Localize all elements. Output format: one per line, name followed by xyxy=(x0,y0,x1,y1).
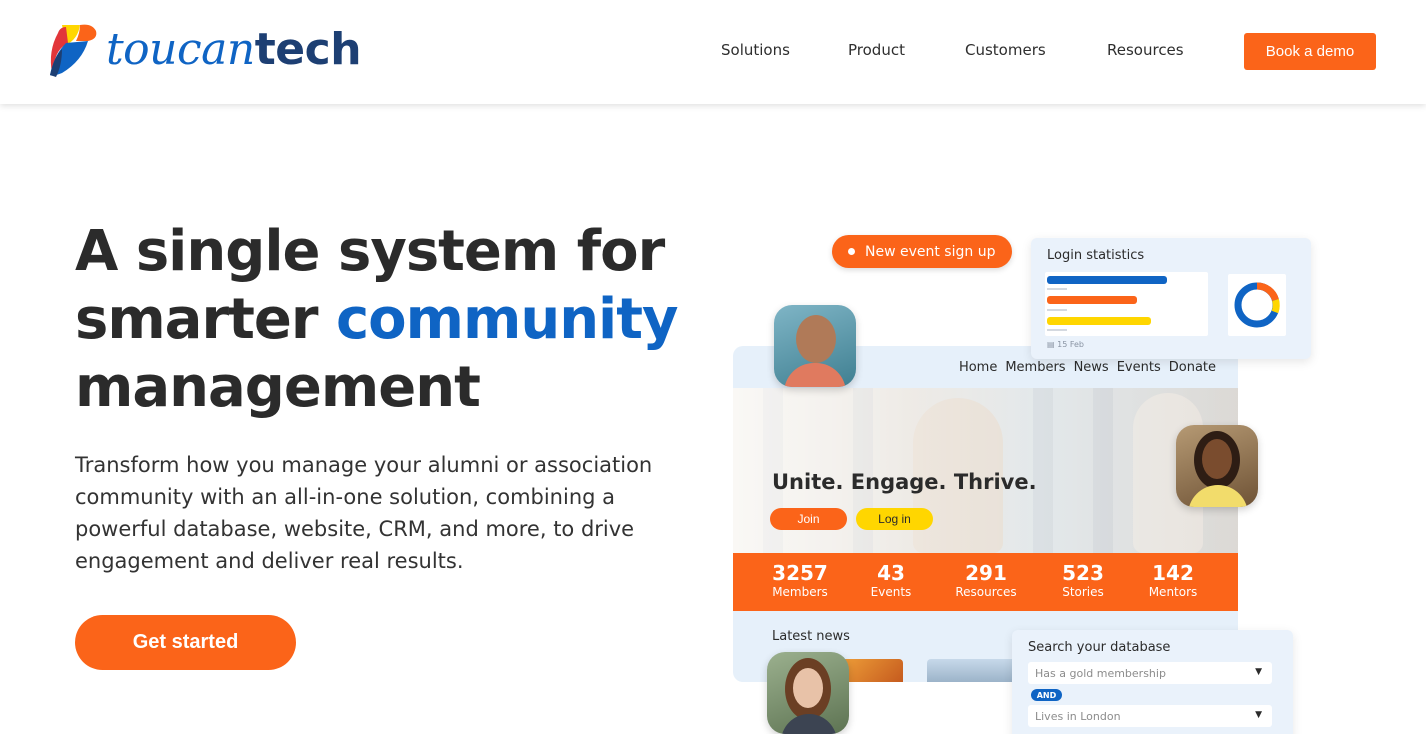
stat-value: 3257 xyxy=(772,561,828,585)
avatar-face xyxy=(796,315,836,363)
stat-label: Stories xyxy=(1062,585,1104,599)
main-nav: Solutions Product Customers Resources xyxy=(0,41,1426,63)
site-nav-home[interactable]: Home xyxy=(959,360,997,375)
hero-title-line3: management xyxy=(75,355,481,420)
site-nav-events[interactable]: Events xyxy=(1117,360,1161,375)
stats-date: 15 Feb xyxy=(1057,340,1084,349)
login-button[interactable]: Log in xyxy=(856,508,933,530)
avatar-woman-2 xyxy=(767,652,849,734)
nav-customers[interactable]: Customers xyxy=(965,41,1046,59)
filter-select-2[interactable]: Lives in London ▼ xyxy=(1028,705,1272,727)
login-statistics-title: Login statistics xyxy=(1047,248,1145,263)
bar-gridline xyxy=(1047,309,1067,311)
site-header: toucantech Solutions Product Customers R… xyxy=(0,0,1426,104)
stat-label: Members xyxy=(772,585,828,599)
stat-label: Mentors xyxy=(1148,585,1198,599)
bar-chart xyxy=(1045,272,1208,336)
and-badge: AND xyxy=(1031,689,1062,701)
nav-resources[interactable]: Resources xyxy=(1107,41,1184,59)
join-button[interactable]: Join xyxy=(770,508,847,530)
hero-title: A single system for smarter community ma… xyxy=(75,218,715,422)
avatar-face xyxy=(793,668,823,708)
filter-select-2-value: Lives in London xyxy=(1035,709,1121,723)
site-tagline: Unite. Engage. Thrive. xyxy=(772,470,1037,494)
stat-value: 142 xyxy=(1152,561,1194,585)
avatar-face xyxy=(1202,439,1232,479)
bar-yellow xyxy=(1047,317,1151,325)
caret-down-icon: ▼ xyxy=(1255,667,1262,677)
site-stats-bar: 3257 Members 43 Events 291 Resources 523… xyxy=(733,553,1238,611)
get-started-button[interactable]: Get started xyxy=(75,615,296,670)
stat-value: 523 xyxy=(1062,561,1104,585)
donut-chart xyxy=(1228,274,1286,336)
book-demo-button[interactable]: Book a demo xyxy=(1244,33,1376,70)
news-thumbnail[interactable] xyxy=(927,659,1017,682)
nav-product[interactable]: Product xyxy=(848,41,905,59)
new-event-pill: New event sign up xyxy=(832,235,1012,268)
site-nav-news[interactable]: News xyxy=(1074,360,1109,375)
search-database-card: Search your database Has a gold membersh… xyxy=(1012,630,1293,734)
site-nav-donate[interactable]: Donate xyxy=(1169,360,1216,375)
site-nav: Home Members News Events Donate xyxy=(951,360,1216,375)
new-event-label: New event sign up xyxy=(865,243,996,260)
search-database-title: Search your database xyxy=(1028,640,1171,655)
avatar-shirt xyxy=(781,714,837,734)
avatar-man xyxy=(774,305,856,387)
bar-gridline xyxy=(1047,288,1067,290)
filter-select-1[interactable]: Has a gold membership ▼ xyxy=(1028,662,1272,684)
stat-label: Events xyxy=(870,585,912,599)
hero-title-line2: smarter xyxy=(75,287,336,352)
hero-description: Transform how you manage your alumni or … xyxy=(75,453,653,573)
bar-orange xyxy=(1047,296,1137,304)
stat-members: 3257 Members xyxy=(755,561,845,599)
caret-down-icon: ▼ xyxy=(1255,710,1262,720)
login-statistics-card: Login statistics ▤ 15 Feb xyxy=(1031,238,1311,359)
avatar-shirt xyxy=(784,363,846,387)
stat-stories: 523 Stories xyxy=(1038,561,1128,599)
stat-label: Resources xyxy=(955,585,1017,599)
stat-value: 291 xyxy=(965,561,1007,585)
nav-solutions[interactable]: Solutions xyxy=(721,41,790,59)
latest-news-heading: Latest news xyxy=(772,629,850,644)
dot-icon xyxy=(848,248,855,255)
hero-title-accent: community xyxy=(335,287,679,352)
filter-select-1-value: Has a gold membership xyxy=(1035,666,1166,680)
calendar-icon: ▤ xyxy=(1047,340,1058,349)
bar-blue xyxy=(1047,276,1167,284)
avatar-shirt xyxy=(1188,485,1248,507)
site-nav-members[interactable]: Members xyxy=(1005,360,1065,375)
avatar-woman xyxy=(1176,425,1258,507)
stat-resources: 291 Resources xyxy=(941,561,1031,599)
bar-gridline xyxy=(1047,329,1067,331)
stat-value: 43 xyxy=(877,561,905,585)
donut-icon xyxy=(1234,282,1280,328)
stat-events: 43 Events xyxy=(846,561,936,599)
stat-mentors: 142 Mentors xyxy=(1128,561,1218,599)
stats-footer: ▤ 15 Feb xyxy=(1047,340,1084,349)
hero-title-line1: A single system for xyxy=(75,219,665,284)
